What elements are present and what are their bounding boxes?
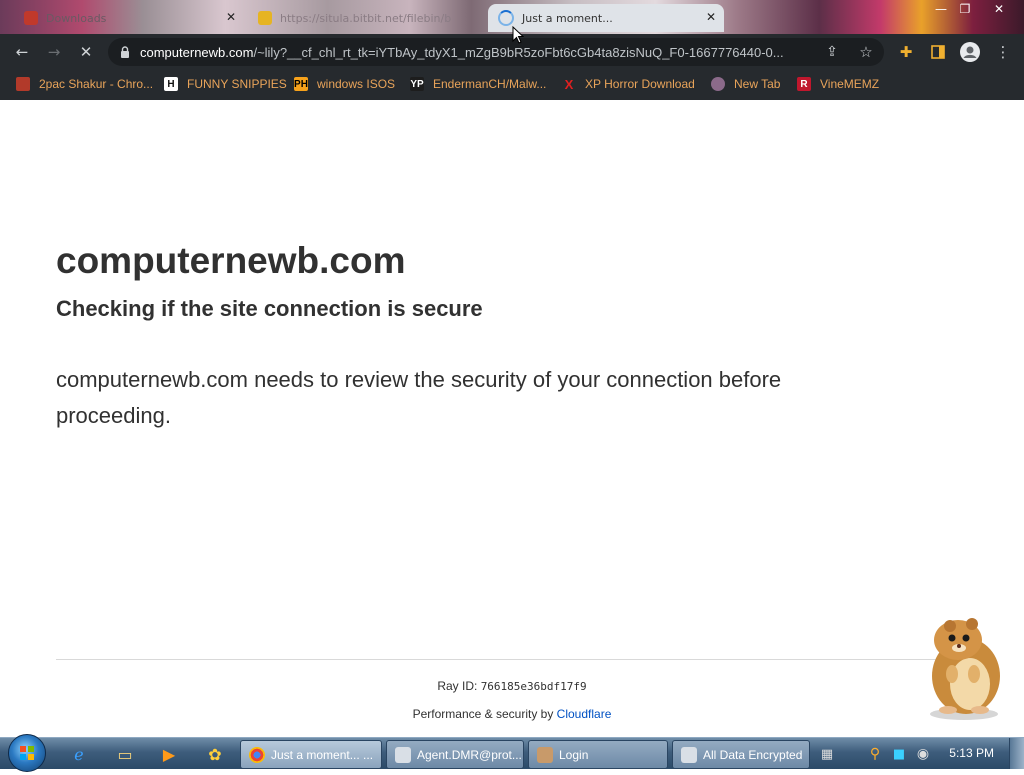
task-all-data-encrypted[interactable]: All Data Encrypted xyxy=(672,740,810,769)
task-label: Agent.DMR@prot... xyxy=(417,747,522,762)
downloads-favicon-icon xyxy=(24,11,38,25)
task-chrome[interactable]: Just a moment... ... xyxy=(240,740,382,769)
close-icon[interactable]: ✕ xyxy=(226,10,236,24)
volume-icon[interactable]: ◉ xyxy=(910,741,936,767)
stop-loading-icon[interactable]: ✕ xyxy=(74,34,98,70)
bookmark-funny-snippies[interactable]: H FUNNY SNIPPIES xyxy=(164,77,287,91)
bookmark-star-icon[interactable]: ☆ xyxy=(854,34,878,70)
site-host-title: computernewb.com xyxy=(56,240,406,281)
tab-title: Just a moment... xyxy=(522,11,613,25)
cloudflare-link[interactable]: Cloudflare xyxy=(557,707,612,721)
bookmark-endermanch[interactable]: YP EndermanCH/Malw... xyxy=(410,77,546,91)
bookmarks-bar: 2pac Shakur - Chro... H FUNNY SNIPPIES P… xyxy=(0,70,1024,100)
bookmark-2pac[interactable]: 2pac Shakur - Chro... xyxy=(16,77,153,91)
url-text: computernewb.com/~lily?__cf_chl_rt_tk=iY… xyxy=(140,45,815,60)
tab-filebin[interactable]: https://situla.bitbit.net/filebin/b xyxy=(248,4,480,32)
internet-explorer-icon[interactable]: ℯ xyxy=(66,741,92,767)
menu-kebab-icon[interactable]: ⋮ xyxy=(994,34,1012,70)
clock[interactable]: 5:13 PM xyxy=(949,746,994,760)
globe-icon xyxy=(711,77,725,91)
bookmark-xp-horror[interactable]: X XP Horror Download xyxy=(562,76,695,92)
url-path: /~lily?__cf_chl_rt_tk=iYTbAy_tdyX1_mZgB9… xyxy=(253,44,784,60)
security-message: computernewb.com needs to review the sec… xyxy=(56,367,782,428)
tab-downloads[interactable]: Downloads ✕ xyxy=(14,4,244,32)
bookmark-vinememz[interactable]: R VineMEMZ xyxy=(797,77,879,91)
ph-icon: PH xyxy=(294,77,308,91)
media-player-icon[interactable]: ▶ xyxy=(156,741,182,767)
taskbar: ℯ ▭ ▶ ✿ Just a moment... ... Agent.DMR@p… xyxy=(0,734,1024,772)
url-host: computernewb.com xyxy=(140,44,254,60)
chrome-icon xyxy=(249,746,265,763)
minimize-icon[interactable]: — xyxy=(930,2,952,16)
filebin-favicon-icon xyxy=(258,11,272,25)
ray-id-line: Ray ID: 766185e36bdf17f9 xyxy=(0,679,1024,693)
address-bar[interactable]: computernewb.com/~lily?__cf_chl_rt_tk=iY… xyxy=(108,38,884,66)
task-label: Login xyxy=(559,747,589,762)
performance-line: Performance & security by Cloudflare xyxy=(0,707,1024,721)
user-login-icon xyxy=(537,746,553,763)
start-button[interactable] xyxy=(8,734,46,772)
task-label: Just a moment... ... xyxy=(271,747,374,762)
task-label: All Data Encrypted xyxy=(703,747,803,762)
tab-title: https://situla.bitbit.net/filebin/b xyxy=(280,11,452,25)
profile-avatar-icon[interactable] xyxy=(956,34,984,70)
extensions-puzzle-icon[interactable]: ✚ xyxy=(894,34,918,70)
windows-logo-icon xyxy=(20,746,34,760)
performance-label: Performance & security by xyxy=(412,707,554,721)
tray-app-icon[interactable]: ▦ xyxy=(814,741,840,767)
monitor-icon[interactable]: ■ xyxy=(886,741,912,767)
window-icon xyxy=(681,746,697,763)
show-desktop-button[interactable] xyxy=(1009,738,1024,769)
bookmark-new-tab[interactable]: New Tab xyxy=(711,77,780,91)
loading-spinner-icon xyxy=(498,10,514,26)
search-icon[interactable]: ⚲ xyxy=(862,741,888,767)
restore-icon[interactable]: ❐ xyxy=(954,2,976,16)
ray-id-label: Ray ID: xyxy=(437,679,478,693)
paint-icon[interactable]: ✿ xyxy=(202,741,228,767)
folder-icon[interactable]: ▭ xyxy=(112,741,138,767)
share-icon[interactable]: ⇪ xyxy=(820,34,844,70)
bookmark-label: XP Horror Download xyxy=(585,77,695,91)
page-heading: Checking if the site connection is secur… xyxy=(56,296,483,321)
forward-arrow-icon[interactable]: → xyxy=(42,34,66,70)
window-icon xyxy=(395,746,411,763)
hamster-desktop-pet[interactable] xyxy=(918,612,1010,722)
bookmark-windows-isos[interactable]: PH windows ISOS xyxy=(294,77,395,91)
reading-list-icon[interactable] xyxy=(926,34,950,70)
bookmark-label: New Tab xyxy=(734,77,781,91)
drum-icon xyxy=(16,77,30,91)
close-icon[interactable]: ✕ xyxy=(706,10,716,24)
ray-id-value: 766185e36bdf17f9 xyxy=(480,680,587,693)
lock-icon xyxy=(121,46,129,58)
bookmark-label: FUNNY SNIPPIES xyxy=(187,77,287,91)
bookmark-label: windows ISOS xyxy=(317,77,396,91)
task-agent[interactable]: Agent.DMR@prot... xyxy=(386,740,524,769)
h-icon: H xyxy=(164,77,178,91)
bookmark-label: EndermanCH/Malw... xyxy=(433,77,547,91)
divider xyxy=(56,659,968,660)
x-icon: X xyxy=(564,76,574,92)
mouse-cursor-icon xyxy=(512,26,524,44)
back-arrow-icon[interactable]: ← xyxy=(10,34,34,70)
yp-icon: YP xyxy=(410,77,424,91)
bookmark-label: VineMEMZ xyxy=(820,77,880,91)
close-window-icon[interactable]: ✕ xyxy=(988,2,1010,16)
bookmark-label: 2pac Shakur - Chro... xyxy=(39,77,154,91)
task-login[interactable]: Login xyxy=(528,740,668,769)
tab-title: Downloads xyxy=(46,11,107,25)
r-icon: R xyxy=(797,77,811,91)
